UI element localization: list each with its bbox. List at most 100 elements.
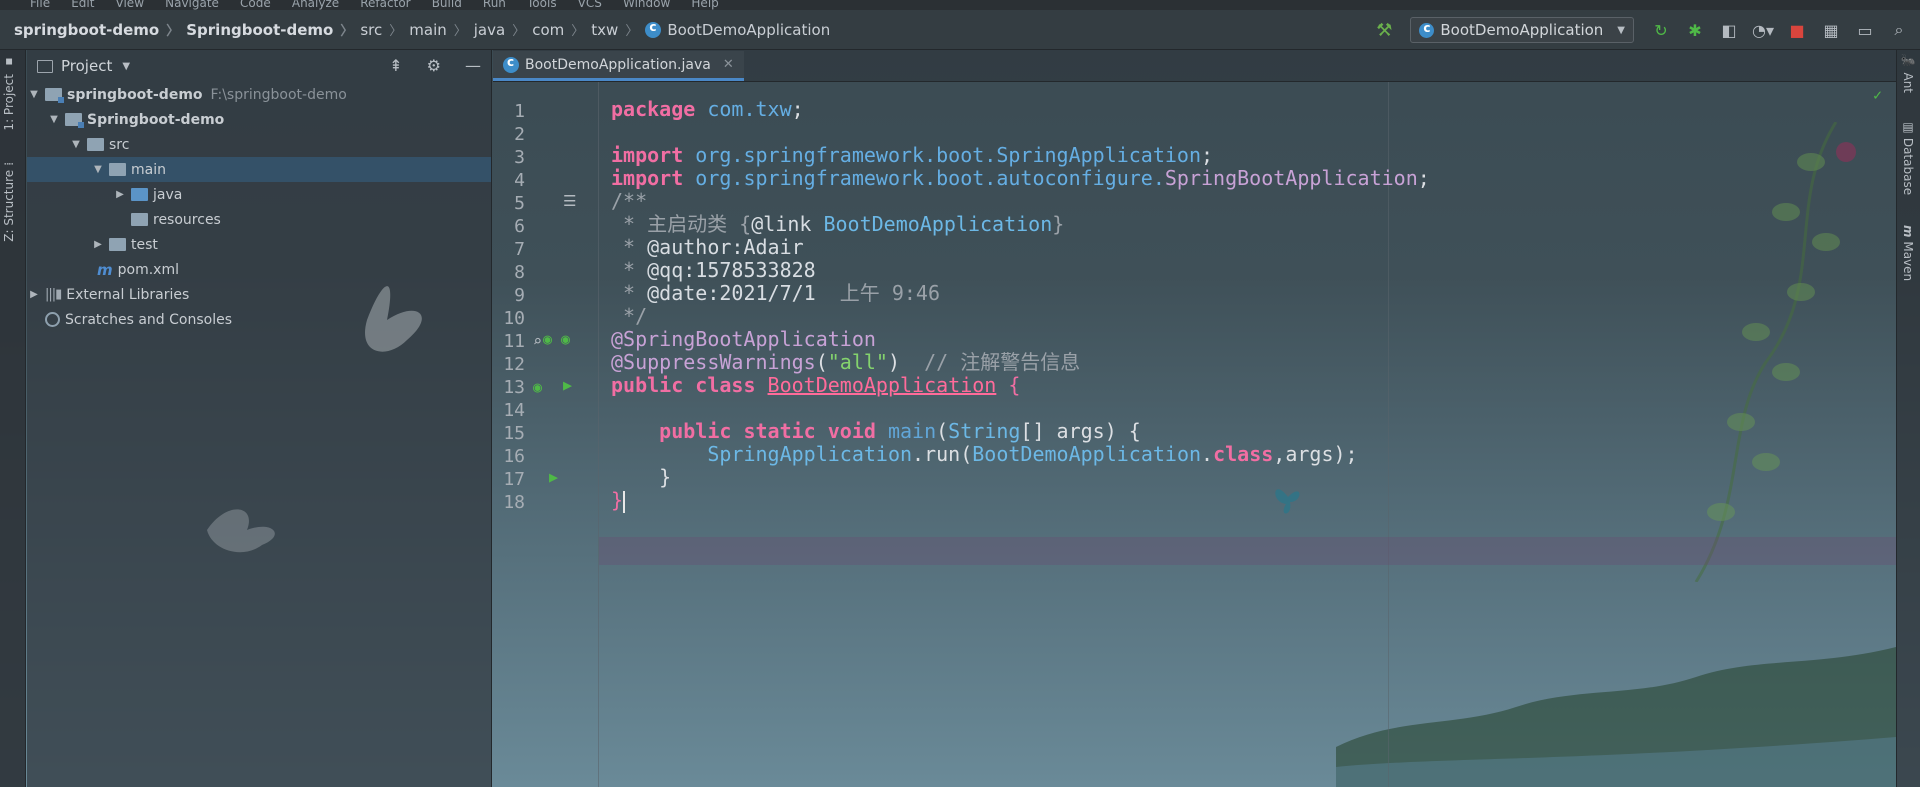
line-number: 8 [514,262,525,283]
breadcrumb-main[interactable]: main 〉 [409,20,474,40]
expanded-arrow-icon[interactable]: ▼ [27,89,41,100]
code-line-13: public class BootDemoApplication { [611,373,1021,397]
menu-run[interactable]: Run [483,0,506,10]
run-configuration-label: BootDemoApplication [1440,21,1604,39]
dropdown-arrow-icon: ▼ [1617,24,1625,36]
search-icon[interactable]: ⌕ [1886,17,1912,43]
expanded-arrow-icon[interactable]: ▼ [91,164,105,175]
vine-decoration [1694,122,1856,582]
chevron-right-icon: 〉 [625,24,639,39]
line-number: 15 [503,423,525,444]
profile-icon[interactable]: ◔▾ [1750,17,1776,43]
project-view-selector[interactable]: Project [61,57,112,75]
library-icon: |||▮ [45,287,62,302]
run-class-icon[interactable]: ▶ [563,376,572,394]
doc-comment-render-icon[interactable]: ☰ [563,192,576,210]
project-panel-header: Project ▼ ⇞ ⚙ — [27,50,491,82]
menu-analyze[interactable]: Analyze [292,0,339,10]
breadcrumb-txw[interactable]: txw 〉 [591,20,645,40]
spring-boot-app-icon[interactable]: ◉ [533,378,542,396]
ant-tool-tab[interactable]: 🐜 Ant [1901,54,1915,93]
spring-bean-icon[interactable]: ◉ [543,330,552,348]
database-tool-tab[interactable]: ▤ Database [1901,120,1915,195]
menu-help[interactable]: Help [691,0,718,10]
scenery-decoration [1336,647,1896,787]
bean-search-icon[interactable]: ⌕ [533,332,542,350]
collapsed-arrow-icon[interactable]: ▶ [91,239,105,250]
close-icon[interactable]: ✕ [723,57,734,72]
menu-refactor[interactable]: Refactor [360,0,410,10]
code-line-9: * @date:2021/7/1 上午 9:46 [611,281,940,305]
menu-build[interactable]: Build [432,0,462,10]
debug-bug-icon[interactable]: ✱ [1682,17,1708,43]
line-number: 18 [503,492,525,513]
project-structure-icon[interactable]: ▦ [1818,17,1844,43]
tree-node-root[interactable]: ▼ springboot-demo F:\springboot-demo [27,82,491,107]
right-tool-window-strip: 🐜 Ant ▤ Database m Maven [1896,50,1920,787]
menu-navigate[interactable]: Navigate [165,0,219,10]
tree-node-test[interactable]: ▶ test [27,232,491,257]
layout-icon[interactable]: ▭ [1852,17,1878,43]
navigation-bar: springboot-demo 〉 Springboot-demo 〉 src 〉 m… [0,10,1920,50]
line-number: 7 [514,239,525,260]
tree-node-src[interactable]: ▼ src [27,132,491,157]
code-line-16: SpringApplication.run(BootDemoApplicatio… [611,442,1358,466]
editor-tabs: BootDemoApplication.java ✕ [493,50,1896,82]
menu-bar: File Edit View Navigate Code Analyze Ref… [0,0,1920,10]
expanded-arrow-icon[interactable]: ▼ [69,139,83,150]
maven-tool-tab[interactable]: m Maven [1901,225,1915,281]
collapsed-arrow-icon[interactable]: ▶ [113,189,127,200]
menu-vcs[interactable]: VCS [578,0,602,10]
gear-icon[interactable]: ⚙ [427,56,441,75]
editor-tab-bootdemoapplication[interactable]: BootDemoApplication.java ✕ [493,51,744,81]
project-panel-tools: ⇞ ⚙ — [389,56,481,75]
spring-config-icon[interactable]: ◉ [561,330,570,348]
menu-file[interactable]: File [30,0,50,10]
breadcrumb-src[interactable]: src 〉 [360,20,409,40]
minimize-icon[interactable]: — [465,56,481,75]
rerun-icon[interactable]: ↻ [1648,17,1674,43]
project-tool-tab[interactable]: 1: Project ▪ [2,56,16,131]
breadcrumb-project[interactable]: springboot-demo 〉 [14,20,186,40]
breadcrumb-com[interactable]: com 〉 [532,20,591,40]
code-editor[interactable]: 1 2 3 4 5 6 7 8 9 10 11 12 13 14 15 16 1… [493,82,1896,787]
menu-tools[interactable]: Tools [527,0,557,10]
run-main-icon[interactable]: ▶ [549,468,558,486]
collapsed-arrow-icon[interactable]: ▶ [27,289,41,300]
menu-view[interactable]: View [116,0,144,10]
menu-edit[interactable]: Edit [71,0,94,10]
breadcrumb-java[interactable]: java 〉 [474,20,532,40]
run-configuration-select[interactable]: BootDemoApplication ▼ [1410,17,1634,43]
expanded-arrow-icon[interactable]: ▼ [47,114,61,125]
scratches-icon [45,312,60,327]
coverage-icon[interactable]: ◧ [1716,17,1742,43]
tree-node-resources[interactable]: resources [27,207,491,232]
line-number: 14 [503,400,525,421]
line-number: 16 [503,446,525,467]
current-line-highlight [599,537,1896,565]
breadcrumb-module[interactable]: Springboot-demo 〉 [186,20,360,40]
collapse-all-icon[interactable]: ⇞ [389,56,402,75]
stop-icon[interactable]: ■ [1784,17,1810,43]
menu-code[interactable]: Code [240,0,271,10]
menu-window[interactable]: Window [623,0,670,10]
chevron-right-icon: 〉 [512,24,526,39]
tree-node-java[interactable]: ▶ java [27,182,491,207]
line-number: 3 [514,147,525,168]
tree-node-module[interactable]: ▼ Springboot-demo [27,107,491,132]
inspection-ok-icon[interactable]: ✓ [1873,86,1882,104]
code-line-4: import org.springframework.boot.autoconf… [611,166,1430,190]
line-number: 11 [503,331,525,352]
structure-tool-tab[interactable]: Z: Structure ⁞ [2,162,16,242]
dove-decoration [365,286,422,352]
tree-node-main[interactable]: ▼ main [27,157,491,182]
butterfly-decoration [1275,489,1300,514]
build-hammer-icon[interactable]: ⚒ [1376,20,1392,41]
chevron-right-icon: 〉 [340,24,354,39]
text-caret [623,490,626,513]
code-line-18: } [611,488,626,513]
folder-icon [109,163,126,176]
source-folder-icon [131,188,148,201]
breadcrumb-class[interactable]: BootDemoApplication [645,20,830,39]
dropdown-arrow-icon[interactable]: ▼ [122,61,130,72]
